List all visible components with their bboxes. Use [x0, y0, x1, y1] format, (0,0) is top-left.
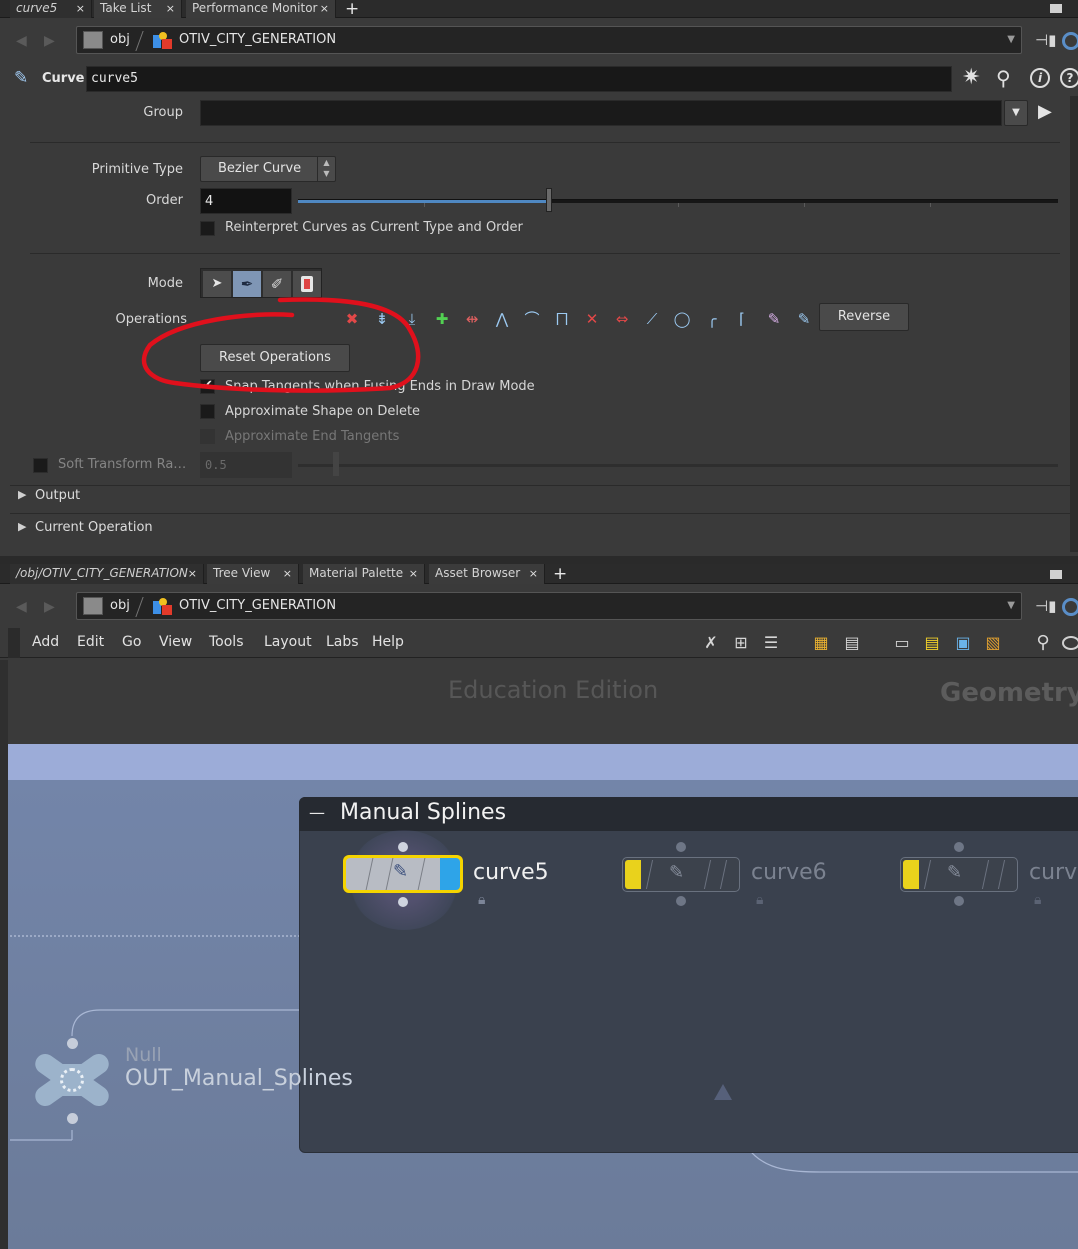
lock-icon[interactable]: 🔒︎	[478, 892, 485, 908]
collapse-icon[interactable]: —	[309, 803, 325, 822]
close-icon[interactable]: ×	[409, 564, 418, 583]
menu-edit[interactable]: Edit	[77, 634, 104, 650]
null-icon	[60, 1068, 84, 1092]
node-output-connector[interactable]	[67, 1113, 78, 1124]
menu-go[interactable]: Go	[122, 634, 141, 650]
context-watermark: Geometry	[940, 678, 1078, 708]
bypass-flag[interactable]	[625, 860, 641, 889]
bottom-tab-bar: /obj/OTIV_CITY_GENERATION × Tree View × …	[0, 564, 1078, 584]
node-input-connector[interactable]	[676, 842, 686, 852]
node-label-curve5[interactable]: curve5	[473, 860, 549, 885]
menu-tools[interactable]: Tools	[209, 634, 244, 650]
node-curve5[interactable]: ✎	[343, 855, 463, 893]
menu-layout[interactable]: Layout	[264, 634, 312, 650]
geometry-object-icon	[153, 598, 173, 616]
network-box-title: Manual Splines	[340, 800, 507, 825]
wire-direction-arrow	[714, 1084, 732, 1100]
pin-icon[interactable]: ⊣▮	[1035, 597, 1056, 615]
path-separator	[135, 597, 144, 617]
shape-palette-icon[interactable]: ▤	[841, 632, 863, 654]
curve-tool-icon: ✎	[393, 861, 409, 882]
red-annotation-circle	[141, 297, 421, 393]
tab-asset-browser[interactable]: Asset Browser ×	[429, 564, 545, 584]
network-box-icon[interactable]: ▭	[891, 632, 913, 654]
lock-icon[interactable]: 🔒︎	[1034, 892, 1041, 908]
node-label-curve6[interactable]: curve6	[751, 860, 827, 885]
search-icon[interactable]: ⚲	[1032, 632, 1054, 654]
wrench-icon[interactable]: ✗	[700, 632, 722, 654]
menu-add[interactable]: Add	[32, 634, 59, 650]
tab-label: Tree View	[213, 566, 271, 580]
close-icon[interactable]: ×	[283, 564, 292, 583]
maximize-icon[interactable]	[1050, 570, 1062, 579]
eye-icon[interactable]	[1062, 636, 1078, 650]
tab-material-palette[interactable]: Material Palette ×	[303, 564, 425, 584]
obj-context-icon	[83, 597, 103, 615]
path-segment-obj[interactable]: obj	[110, 598, 130, 613]
curve-tool-icon: ✎	[669, 862, 685, 883]
close-icon[interactable]: ×	[188, 564, 197, 583]
node-type-null: Null	[125, 1044, 162, 1066]
edition-watermark: Education Edition	[448, 676, 659, 704]
menu-view[interactable]: View	[159, 634, 192, 650]
node-curve7[interactable]: ✎	[900, 857, 1018, 892]
menu-help[interactable]: Help	[372, 634, 404, 650]
color-palette-icon[interactable]: ▦	[810, 632, 832, 654]
display-flag[interactable]	[440, 858, 460, 890]
node-output-connector[interactable]	[398, 897, 408, 907]
list-view-icon[interactable]: ☰	[760, 632, 782, 654]
add-tab-icon[interactable]: +	[553, 564, 567, 584]
network-band	[8, 744, 1078, 780]
node-output-connector[interactable]	[676, 896, 686, 906]
back-arrow-icon[interactable]: ◀	[16, 599, 27, 615]
menubar-collapse-handle[interactable]	[8, 628, 20, 658]
menu-labs[interactable]: Labs	[326, 634, 359, 650]
tab-label: Material Palette	[309, 566, 404, 580]
tab-tree-view[interactable]: Tree View ×	[207, 564, 299, 584]
bypass-flag[interactable]	[903, 860, 919, 889]
chevron-down-icon[interactable]: ▼	[1007, 600, 1015, 611]
close-icon[interactable]: ×	[529, 564, 538, 583]
path-field[interactable]: obj OTIV_CITY_GENERATION ▼	[76, 592, 1022, 620]
sticky-note-icon[interactable]: ▤	[921, 632, 943, 654]
node-out-manual-splines[interactable]	[30, 1050, 114, 1110]
forward-arrow-icon[interactable]: ▶	[44, 599, 55, 615]
bottom-path-bar: ◀ ▶ obj OTIV_CITY_GENERATION ▼ ⊣▮	[0, 588, 1078, 626]
network-header-area: Education Edition Geometry	[8, 660, 1078, 744]
path-segment-network[interactable]: OTIV_CITY_GENERATION	[179, 598, 336, 613]
tree-layout-icon[interactable]: ⊞	[730, 632, 752, 654]
tab-network-path[interactable]: /obj/OTIV_CITY_GENERATION ×	[10, 564, 204, 584]
node-input-connector[interactable]	[67, 1038, 78, 1049]
network-box-header[interactable]: — Manual Splines	[299, 797, 1078, 831]
tab-label: Asset Browser	[435, 566, 521, 580]
lock-icon[interactable]: 🔒︎	[756, 892, 763, 908]
pane-divider[interactable]	[0, 556, 1078, 564]
package-icon[interactable]: ▧	[982, 632, 1004, 654]
node-input-connector[interactable]	[398, 842, 408, 852]
curve-tool-icon: ✎	[947, 862, 963, 883]
tab-label: /obj/OTIV_CITY_GENERATION	[16, 566, 188, 580]
node-output-connector[interactable]	[954, 896, 964, 906]
node-curve6[interactable]: ✎	[622, 857, 740, 892]
background-image-icon[interactable]: ▣	[952, 632, 974, 654]
node-label-curve7[interactable]: curv	[1029, 860, 1077, 885]
link-icon[interactable]	[1062, 598, 1078, 616]
node-label-out-manual-splines[interactable]: OUT_Manual_Splines	[125, 1066, 353, 1091]
node-input-connector[interactable]	[954, 842, 964, 852]
